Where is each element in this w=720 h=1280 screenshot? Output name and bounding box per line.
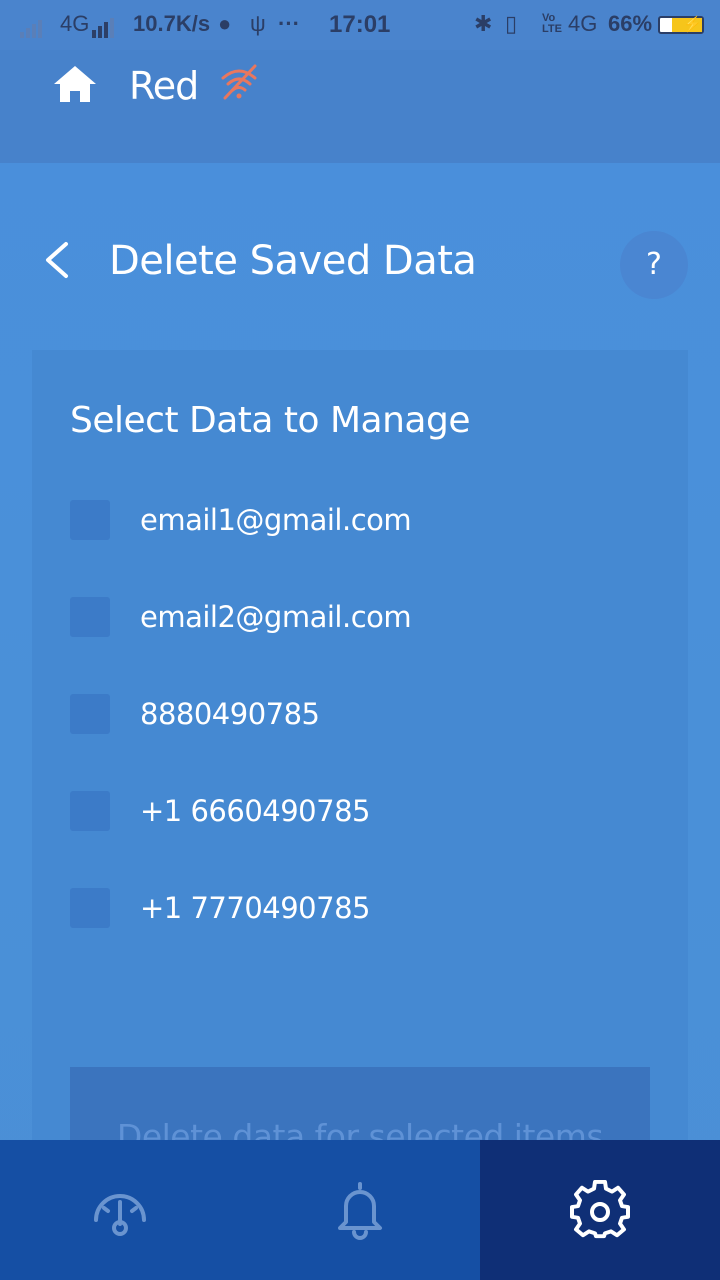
usb-icon: ψ [250,11,266,36]
no-wifi-icon [221,64,257,100]
bell-icon [338,1182,382,1240]
option-label: email1@gmail.com [140,503,412,537]
network-type-right: 4G [568,11,598,36]
nav-tab-notifications[interactable] [240,1140,480,1280]
data-option-email-2[interactable]: email2@gmail.com [70,597,630,637]
checkbox[interactable] [70,500,110,540]
signal-icon [20,12,44,38]
checkbox[interactable] [70,597,110,637]
volte-label: Vo LTE [542,12,562,35]
battery-percent: 66% [608,11,653,36]
data-selection-card: Select Data to Manage email1@gmail.com e… [32,350,688,1170]
data-option-phone-3[interactable]: +1 7770490785 [70,888,630,928]
bluetooth-icon: ✱ [474,11,493,36]
message-icon: ● [218,11,232,36]
speedometer-icon [94,1194,146,1236]
app-header: Red [0,50,720,163]
status-bar: 4G 10.7K/s ● ψ ··· 17:01 ✱ ▯ Vo LTE 4G 6… [0,0,720,50]
checkbox[interactable] [70,888,110,928]
gear-icon [570,1180,630,1239]
signal-icon-2 [92,12,116,38]
nav-tab-dashboard[interactable] [0,1140,240,1280]
checkbox[interactable] [70,694,110,734]
data-option-phone-1[interactable]: 8880490785 [70,694,630,734]
app-title: Red [129,64,199,108]
card-title: Select Data to Manage [70,400,470,441]
page-title: Delete Saved Data [109,238,477,284]
option-label: 8880490785 [140,697,320,731]
network-speed: 10.7K/s [133,11,211,36]
battery-icon: ⚡ [658,16,704,34]
vibrate-icon: ▯ [505,11,518,36]
clock: 17:01 [329,11,391,38]
nav-tab-settings[interactable] [480,1140,720,1280]
network-type-left: 4G [60,11,90,36]
more-icon: ··· [278,11,300,36]
option-label: +1 6660490785 [140,794,370,828]
help-button[interactable]: ? [620,231,688,299]
data-option-email-1[interactable]: email1@gmail.com [70,500,630,540]
back-chevron-icon[interactable] [40,240,76,280]
option-label: +1 7770490785 [140,891,370,925]
checkbox[interactable] [70,791,110,831]
home-icon[interactable] [52,64,98,104]
option-label: email2@gmail.com [140,600,412,634]
data-option-phone-2[interactable]: +1 6660490785 [70,791,630,831]
bottom-nav [0,1140,720,1280]
